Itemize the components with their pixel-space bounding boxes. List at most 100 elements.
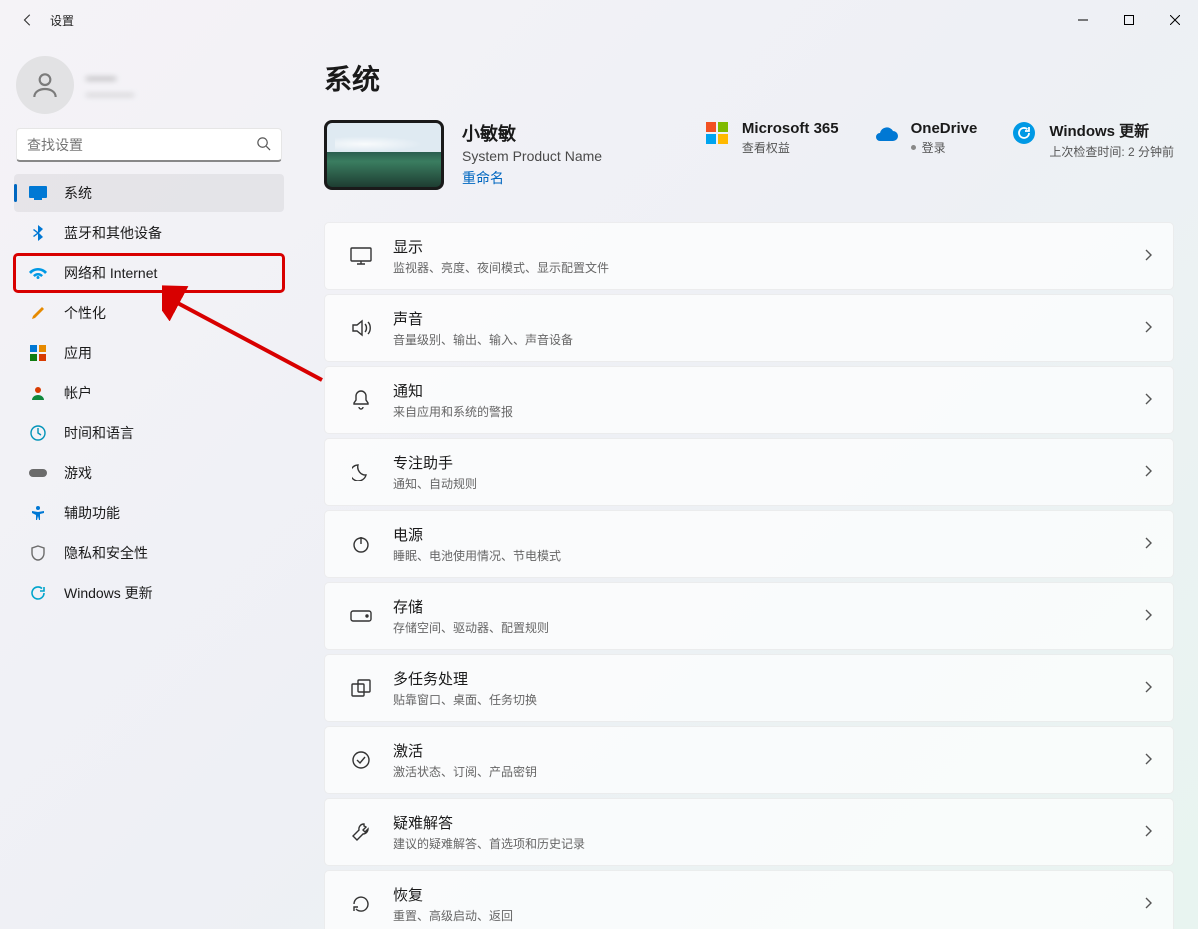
bluetooth-icon	[28, 223, 48, 243]
page-title: 系统	[324, 58, 1174, 98]
tile-microsoft365[interactable]: Microsoft 365 查看权益	[704, 120, 839, 160]
card-title: 声音	[393, 308, 573, 329]
card-power[interactable]: 电源睡眠、电池使用情况、节电模式	[324, 510, 1174, 578]
rename-link[interactable]: 重命名	[462, 168, 602, 188]
moon-icon	[341, 463, 381, 481]
card-title: 通知	[393, 380, 513, 401]
card-sub: 重置、高级启动、返回	[393, 907, 513, 924]
device-name: 小敏敏	[462, 120, 602, 146]
card-title: 显示	[393, 236, 609, 257]
display-icon	[341, 247, 381, 265]
nav-system[interactable]: 系统	[14, 174, 284, 212]
window-title: 设置	[50, 12, 74, 29]
apps-icon	[28, 343, 48, 363]
system-header: 小敏敏 System Product Name 重命名 Microsoft 36…	[324, 120, 1174, 190]
chevron-right-icon	[1145, 392, 1153, 408]
wifi-icon	[28, 263, 48, 283]
card-sub: 通知、自动规则	[393, 475, 477, 492]
nav-apps[interactable]: 应用	[14, 334, 284, 372]
nav-label: 帐户	[64, 383, 92, 403]
chevron-right-icon	[1145, 464, 1153, 480]
content-area: 系统 小敏敏 System Product Name 重命名 Microsoft…	[300, 40, 1198, 929]
chevron-right-icon	[1145, 824, 1153, 840]
card-notifications[interactable]: 通知来自应用和系统的警报	[324, 366, 1174, 434]
card-sub: 存储空间、驱动器、配置规则	[393, 619, 549, 636]
recovery-icon	[341, 895, 381, 913]
sidebar: —— ———— 系统 蓝牙和其他设备 网络和 Internet	[0, 40, 300, 929]
nav-bluetooth[interactable]: 蓝牙和其他设备	[14, 214, 284, 252]
nav-label: Windows 更新	[64, 583, 153, 603]
search-input[interactable]	[27, 137, 256, 153]
user-email: ————	[86, 87, 134, 101]
chevron-right-icon	[1145, 320, 1153, 336]
chevron-right-icon	[1145, 680, 1153, 696]
nav-network[interactable]: 网络和 Internet	[14, 254, 284, 292]
nav-personalization[interactable]: 个性化	[14, 294, 284, 332]
sound-icon	[341, 319, 381, 337]
nav-label: 游戏	[64, 463, 92, 483]
nav-label: 网络和 Internet	[64, 263, 157, 283]
card-sub: 睡眠、电池使用情况、节电模式	[393, 547, 561, 564]
card-recovery[interactable]: 恢复重置、高级启动、返回	[324, 870, 1174, 929]
update-icon	[1011, 120, 1037, 146]
nav-windows-update[interactable]: Windows 更新	[14, 574, 284, 612]
globe-clock-icon	[28, 423, 48, 443]
nav-label: 应用	[64, 343, 92, 363]
nav-accounts[interactable]: 帐户	[14, 374, 284, 412]
nav-gaming[interactable]: 游戏	[14, 454, 284, 492]
close-button[interactable]	[1152, 0, 1198, 40]
card-title: 恢复	[393, 884, 513, 905]
accessibility-icon	[28, 503, 48, 523]
onedrive-icon	[873, 120, 899, 146]
nav-label: 辅助功能	[64, 503, 120, 523]
nav-label: 蓝牙和其他设备	[64, 223, 162, 243]
status-dot	[911, 145, 916, 150]
card-title: 多任务处理	[393, 668, 537, 689]
chevron-right-icon	[1145, 536, 1153, 552]
card-storage[interactable]: 存储存储空间、驱动器、配置规则	[324, 582, 1174, 650]
card-sound[interactable]: 声音音量级别、输出、输入、声音设备	[324, 294, 1174, 362]
chevron-right-icon	[1145, 608, 1153, 624]
device-thumbnail[interactable]	[324, 120, 444, 190]
nav-label: 时间和语言	[64, 423, 134, 443]
device-info: 小敏敏 System Product Name 重命名	[462, 120, 602, 188]
card-title: 激活	[393, 740, 537, 761]
card-display[interactable]: 显示监视器、亮度、夜间模式、显示配置文件	[324, 222, 1174, 290]
card-sub: 激活状态、订阅、产品密钥	[393, 763, 537, 780]
nav-time-language[interactable]: 时间和语言	[14, 414, 284, 452]
tile-title: OneDrive	[911, 120, 978, 137]
storage-icon	[341, 610, 381, 622]
person-icon	[28, 383, 48, 403]
nav-label: 系统	[64, 183, 92, 203]
tile-title: Windows 更新	[1049, 120, 1174, 141]
card-multitasking[interactable]: 多任务处理贴靠窗口、桌面、任务切换	[324, 654, 1174, 722]
gamepad-icon	[28, 463, 48, 483]
back-button[interactable]	[18, 10, 38, 30]
system-icon	[28, 183, 48, 203]
card-sub: 音量级别、输出、输入、声音设备	[393, 331, 573, 348]
window-controls	[1060, 0, 1198, 40]
card-activation[interactable]: 激活激活状态、订阅、产品密钥	[324, 726, 1174, 794]
nav-label: 隐私和安全性	[64, 543, 148, 563]
avatar	[16, 56, 74, 114]
nav-privacy[interactable]: 隐私和安全性	[14, 534, 284, 572]
tile-windows-update[interactable]: Windows 更新 上次检查时间: 2 分钟前	[1011, 120, 1174, 160]
card-troubleshoot[interactable]: 疑难解答建议的疑难解答、首选项和历史记录	[324, 798, 1174, 866]
maximize-button[interactable]	[1106, 0, 1152, 40]
user-profile[interactable]: —— ————	[8, 50, 290, 128]
tile-title: Microsoft 365	[742, 120, 839, 137]
nav-accessibility[interactable]: 辅助功能	[14, 494, 284, 532]
minimize-button[interactable]	[1060, 0, 1106, 40]
search-box[interactable]	[16, 128, 282, 162]
card-focus-assist[interactable]: 专注助手通知、自动规则	[324, 438, 1174, 506]
card-title: 疑难解答	[393, 812, 585, 833]
update-icon	[28, 583, 48, 603]
check-circle-icon	[341, 750, 381, 770]
titlebar: 设置	[0, 0, 1198, 40]
card-sub: 建议的疑难解答、首选项和历史记录	[393, 835, 585, 852]
tile-onedrive[interactable]: OneDrive 登录	[873, 120, 978, 160]
user-text: —— ————	[86, 70, 134, 101]
wrench-icon	[341, 822, 381, 842]
shield-icon	[28, 543, 48, 563]
chevron-right-icon	[1145, 248, 1153, 264]
